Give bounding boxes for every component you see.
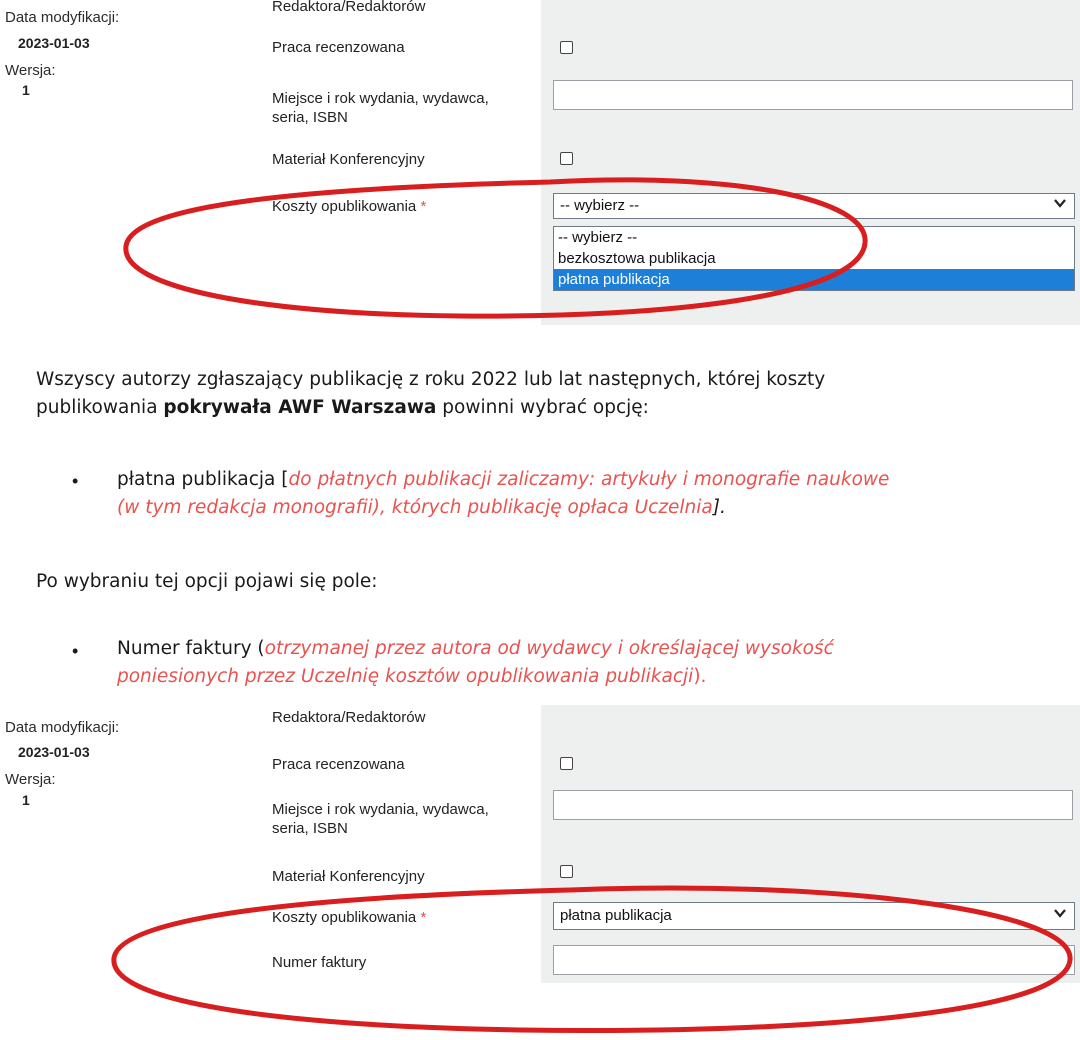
paragraph-2: Po wybraniu tej opcji pojawi się pole: — [36, 571, 378, 592]
bullet-1-note-line-2: (w tym redakcja monografii), których pub… — [117, 497, 713, 518]
place-year-label: Miejsce i rok wydania, wydawca, seria, I… — [272, 800, 489, 838]
paragraph-1-line-2-end: powinni wybrać opcję: — [436, 397, 649, 418]
costs-select-value: płatna publikacja — [560, 907, 672, 924]
costs-label: Koszty opublikowania * — [272, 908, 426, 927]
invoice-number-input[interactable] — [553, 945, 1075, 975]
required-mark: * — [420, 198, 427, 215]
costs-select[interactable]: -- wybierz -- — [553, 193, 1075, 219]
paragraph-1: Wszyscy autorzy zgłaszający publikację z… — [36, 366, 825, 422]
bullet-item-invoice: Numer faktury (otrzymanej przez autora o… — [117, 635, 834, 691]
option-free-publication[interactable]: bezkosztowa publikacja — [554, 248, 1074, 269]
costs-select[interactable]: płatna publikacja — [553, 902, 1075, 930]
version-value: 1 — [22, 82, 30, 98]
option-paid-publication[interactable]: płatna publikacja — [554, 269, 1074, 290]
modified-date-value: 2023-01-03 — [18, 744, 90, 760]
required-mark: * — [420, 909, 427, 926]
place-year-input[interactable] — [553, 80, 1073, 110]
peer-reviewed-label: Praca recenzowana — [272, 756, 405, 773]
bullet-2-suffix: ). — [693, 666, 707, 687]
conference-label: Materiał Konferencyjny — [272, 151, 425, 168]
paragraph-1-bold-text: pokrywała AWF Warszawa — [163, 397, 437, 418]
form-screenshot-1: Data modyfikacji: 2023-01-03 Wersja: 1 R… — [0, 0, 1080, 325]
costs-dropdown-list: -- wybierz -- bezkosztowa publikacja pła… — [553, 226, 1075, 291]
bullet-1-suffix: ]. — [712, 497, 726, 518]
bullet-dot: • — [72, 641, 79, 661]
peer-reviewed-label: Praca recenzowana — [272, 39, 405, 56]
place-year-label-line2: seria, ISBN — [272, 820, 348, 837]
conference-checkbox[interactable] — [560, 152, 573, 165]
place-year-label-line2: seria, ISBN — [272, 109, 348, 126]
option-choose[interactable]: -- wybierz -- — [554, 227, 1074, 248]
bullet-1-prefix: płatna publikacja [ — [117, 469, 289, 490]
paragraph-1-line-2-start: publikowania — [36, 397, 164, 418]
form-screenshot-2: Data modyfikacji: 2023-01-03 Wersja: 1 R… — [0, 700, 1080, 1040]
modified-date-label: Data modyfikacji: — [5, 719, 120, 736]
bullet-item-paid: płatna publikacja [do płatnych publikacj… — [117, 466, 889, 522]
place-year-label-line1: Miejsce i rok wydania, wydawca, — [272, 90, 489, 107]
chevron-down-icon — [1054, 196, 1066, 213]
costs-label: Koszty opublikowania * — [272, 197, 426, 216]
version-label: Wersja: — [5, 771, 56, 788]
peer-reviewed-checkbox[interactable] — [560, 41, 573, 54]
peer-reviewed-checkbox[interactable] — [560, 757, 573, 770]
costs-label-text: Koszty opublikowania — [272, 909, 417, 926]
form-panel-background — [541, 705, 1080, 983]
editors-label: Redaktora/Redaktorów — [272, 0, 426, 15]
chevron-down-icon — [1054, 906, 1066, 923]
costs-select-value: -- wybierz -- — [560, 197, 640, 214]
bullet-2-note-line-2: poniesionych przez Uczelnię kosztów opub… — [117, 666, 694, 687]
bullet-2-note-line-1: otrzymanej przez autora od wydawcy i okr… — [264, 638, 834, 659]
paragraph-1-line-1: Wszyscy autorzy zgłaszający publikację z… — [36, 369, 826, 390]
editors-label: Redaktora/Redaktorów — [272, 709, 426, 726]
place-year-label-line1: Miejsce i rok wydania, wydawca, — [272, 801, 489, 818]
place-year-label: Miejsce i rok wydania, wydawca, seria, I… — [272, 89, 489, 127]
bullet-1-note-line-1: do płatnych publikacji zaliczamy: artyku… — [288, 469, 890, 490]
modified-date-label: Data modyfikacji: — [5, 9, 120, 26]
invoice-number-label: Numer faktury — [272, 954, 367, 971]
bullet-2-prefix: Numer faktury ( — [117, 638, 265, 659]
conference-checkbox[interactable] — [560, 865, 573, 878]
version-label: Wersja: — [5, 62, 56, 79]
version-value: 1 — [22, 792, 30, 808]
modified-date-value: 2023-01-03 — [18, 35, 90, 51]
conference-label: Materiał Konferencyjny — [272, 868, 425, 885]
bullet-dot: • — [72, 471, 79, 491]
costs-label-text: Koszty opublikowania — [272, 198, 417, 215]
place-year-input[interactable] — [553, 790, 1073, 820]
